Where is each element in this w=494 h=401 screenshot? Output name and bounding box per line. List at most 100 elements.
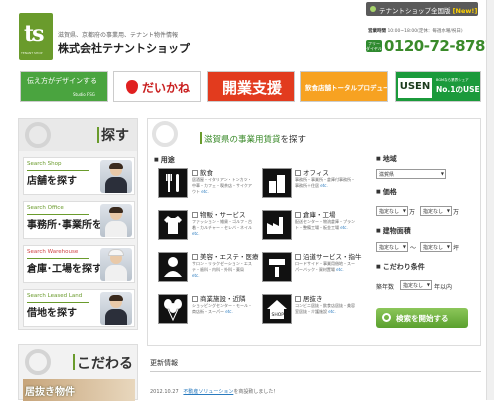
building-age-select[interactable]: 指定なし (400, 280, 432, 290)
checkbox[interactable] (295, 212, 301, 218)
factory-icon (262, 210, 292, 240)
checkbox[interactable] (295, 296, 301, 302)
card-underline (27, 258, 89, 259)
category-commercial-facility[interactable]: 商業施設・近隣 ショッピングセンター・モール・商店街・スーパー etc. (192, 293, 252, 315)
fork-knife-icon (158, 168, 188, 198)
kodawaru-panel: こだわる 居抜き物件 (18, 344, 138, 401)
category-name: 居抜き (303, 295, 323, 303)
search-icon (382, 313, 391, 322)
checkbox[interactable] (192, 296, 198, 302)
category-retail-service[interactable]: 物販・サービス ファッション・雑貨・ゴルフ・古着・カルチャー・セレバ・ネイル e… (192, 209, 252, 237)
strawberry-icon (126, 80, 138, 94)
banner-label: だいかね (142, 81, 191, 95)
category-office[interactable]: オフィス 事務所・事業所・倉庫付事務所・事務所＋住居 etc. (295, 167, 355, 189)
search-panel-title: 探す (101, 128, 129, 144)
news-date: 2012.10.27 (150, 389, 179, 395)
logo-text: ts (24, 21, 45, 47)
category-desc: サロン・リラクゼーション・エステ・歯科・内科・外科・薬局 etc. (192, 261, 252, 278)
category-warehouse-factory[interactable]: 倉庫・工場 配送センター・物流倉庫・プラント・整備工場・板金工場 etc. (295, 209, 355, 231)
banner-kaigyo-shien[interactable]: 開業支援 (207, 71, 295, 102)
category-inubuki[interactable]: 居抜き コンビニ居抜・飲食店居抜・美容室居抜・介護施設 etc. (295, 293, 355, 315)
kodawaru-title: こだわる (77, 356, 133, 372)
hours-label: 営業時間 (368, 29, 386, 34)
card-en-label: Search Shop (27, 161, 62, 167)
search-office-card[interactable]: Search Office 事務所･事業所を探す (23, 201, 135, 239)
category-beauty-medical[interactable]: 美容・エステ・医療 サロン・リラクゼーション・エステ・歯科・内科・外科・薬局 e… (192, 251, 259, 279)
all-stores-link[interactable]: テナントショップ全国版 [New!] (366, 2, 478, 16)
vertical-scrollbar[interactable] (486, 0, 494, 400)
business-hours: 営業時間 10:00~18:00(定休：毎週水曜/祝日) (368, 28, 463, 34)
construction-worker-photo (100, 248, 132, 281)
news-heading: 更新情報 (150, 359, 178, 367)
category-desc: 事務所・事業所・倉庫付事務所・事務所＋住居 etc. (295, 177, 355, 188)
search-panel-header: 探す (19, 119, 137, 151)
use-heading: 用途 (154, 155, 175, 165)
banner-daikane[interactable]: だいかね (113, 71, 201, 102)
building-age-label: 築年数 (376, 284, 395, 291)
checkbox[interactable] (295, 254, 301, 260)
banner-sub: BGMなら業界シェア (436, 78, 469, 82)
region-heading: 地域 (376, 154, 397, 164)
area-max-select[interactable]: 指定なし (420, 242, 452, 252)
category-name: 飲食 (200, 169, 213, 177)
magnifier-icon (25, 349, 51, 375)
card-jp-label: 借地を探す (27, 308, 77, 319)
search-leased-land-card[interactable]: Search Leased Land 借地を探す (23, 289, 135, 327)
bullet-icon (370, 6, 376, 12)
news-divider (150, 371, 481, 372)
banner-studio-fsg[interactable]: 伝え方がデザインする Studio FSG (20, 71, 108, 102)
category-name: オフィス (303, 169, 329, 177)
news-link[interactable]: 不動産ソリューション (183, 389, 233, 395)
usen-logo: USEN (398, 78, 432, 98)
card-underline (27, 170, 89, 171)
search-by-type-panel: 探す Search Shop 店舗を探す Search Office 事務所･事… (18, 118, 138, 330)
price-min-select[interactable]: 指定なし (376, 206, 408, 216)
category-name: 美容・エステ・医療 (200, 253, 259, 261)
start-search-button[interactable]: 検索を開始する (376, 308, 468, 328)
new-badge: [New!] (452, 7, 478, 15)
site-logo[interactable]: ts TENANT SHOP (19, 13, 53, 60)
title-suffix: を探す (280, 135, 307, 145)
price-max-select[interactable]: 指定なし (420, 206, 452, 216)
card-jp-label: 店舗を探す (27, 176, 77, 187)
area-min-select[interactable]: 指定なし (376, 242, 408, 252)
card-en-label: Search Leased Land (27, 293, 83, 299)
checkbox[interactable] (192, 254, 198, 260)
banner-label: No.1のUSEN! (436, 85, 480, 94)
banner-restaurant-produce[interactable]: 飲食店舗トータルプロデュース (300, 71, 388, 102)
checkbox[interactable] (295, 170, 301, 176)
checkbox[interactable] (192, 212, 198, 218)
area-heading: 建物面積 (376, 226, 411, 236)
category-restaurant[interactable]: 飲食 居酒屋・イタリアン・トンカツ・中華・カフェ・喫茶店・サイクアウト etc. (192, 167, 252, 195)
title-accent-bar (200, 132, 202, 144)
hours-value: 10:00~18:00(定休：毎週水曜/祝日) (387, 29, 463, 34)
news-item: 2012.10.27 不動産ソリューションを商設致しました！ (150, 388, 278, 395)
search-shop-card[interactable]: Search Shop 店舗を探す (23, 157, 135, 195)
shop-house-icon: SHOP (262, 294, 292, 324)
office-worker-photo (100, 204, 132, 237)
banner-sub: Studio FSG (73, 92, 95, 97)
category-desc: 居酒屋・イタリアン・トンカツ・中華・カフェ・喫茶店・サイクアウト etc. (192, 177, 252, 194)
price-unit-label: 万 (453, 209, 460, 216)
roadside-arrow-icon (262, 252, 292, 282)
banner-label: 飲食店舗トータルプロデュース (305, 84, 388, 92)
businessman-photo (100, 292, 132, 325)
age-unit-label: 年以内 (434, 284, 453, 291)
price-heading: 価格 (376, 187, 397, 197)
phone-number[interactable]: 0120-72-8787 (384, 37, 494, 55)
search-warehouse-card[interactable]: Search Warehouse 倉庫･工場を探す (23, 245, 135, 283)
price-unit-label: 万 (409, 209, 416, 216)
checkbox[interactable] (192, 170, 198, 176)
category-roadside-land[interactable]: 沿道サービス・指牛 ロードサイド・事業用借地・スーパーバック・資材置場 etc. (295, 251, 362, 273)
inubuki-label: 居抜き物件 (25, 387, 75, 398)
inubuki-property-card[interactable]: 居抜き物件 (23, 379, 135, 401)
main-panel-title: 滋賀県の事業用賃貸を探す (204, 133, 306, 145)
banner-usen[interactable]: USEN BGMなら業界シェア No.1のUSEN! (395, 71, 481, 102)
office-building-icon (262, 168, 292, 198)
region-select[interactable]: 滋賀県 (376, 169, 446, 179)
category-name: 沿道サービス・指牛 (303, 253, 362, 261)
banner-label: 開業支援 (222, 79, 283, 97)
category-desc: ファッション・雑貨・ゴルフ・古着・カルチャー・セレバ・ネイル etc. (192, 219, 252, 236)
card-jp-label: 倉庫･工場を探す (27, 264, 102, 275)
area-unit-label: 坪 (453, 245, 460, 252)
